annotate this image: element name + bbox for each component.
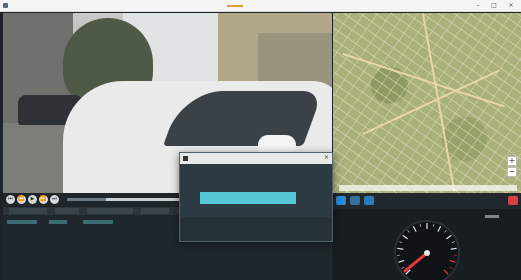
title-bar: – □ × [0, 0, 521, 12]
info-cell [55, 208, 79, 214]
map-view[interactable]: + − [333, 13, 521, 193]
tab-2[interactable] [49, 220, 67, 224]
app-icon [3, 3, 8, 8]
dialog-footer [180, 217, 332, 241]
map-attribution [339, 185, 517, 191]
info-cell [87, 208, 133, 214]
dialog-progress-fill [200, 192, 296, 204]
zoom-out-button[interactable]: − [507, 167, 517, 177]
title-marker [227, 5, 243, 7]
maximize-icon[interactable]: □ [487, 1, 501, 10]
close-icon[interactable]: × [504, 1, 518, 10]
minimize-icon[interactable]: – [471, 1, 485, 10]
play-icon[interactable]: ▶ [28, 195, 37, 204]
dialog-titlebar: × [180, 153, 332, 164]
layers-icon[interactable] [364, 196, 374, 205]
speedometer-gauge [394, 220, 460, 280]
dialog-icon [183, 156, 188, 161]
pen-icon[interactable] [350, 196, 360, 205]
map-mode-icon[interactable] [336, 196, 346, 205]
dialog-progress-bar [200, 192, 296, 204]
info-cell [141, 208, 169, 214]
skip-back-icon[interactable]: ⏮ [6, 195, 15, 204]
gauge-hub [424, 250, 430, 256]
gauge-panel [333, 209, 521, 280]
right-toolbar [333, 193, 521, 209]
rewind-icon[interactable]: ⏪ [17, 195, 26, 204]
dialog-close-icon[interactable]: × [324, 154, 329, 161]
map-road [362, 69, 500, 135]
skip-forward-icon[interactable]: ⏭ [50, 195, 59, 204]
tab-1[interactable] [7, 220, 37, 224]
info-cell [9, 208, 47, 214]
seek-bar-fill [67, 198, 106, 201]
record-icon[interactable] [508, 196, 518, 205]
fast-forward-icon[interactable]: ⏩ [39, 195, 48, 204]
tab-3[interactable] [83, 220, 113, 224]
map-road [342, 53, 505, 108]
progress-dialog: × [179, 152, 333, 242]
zoom-in-button[interactable]: + [507, 156, 517, 166]
app-window: – □ × + − ⏮ ⏪ ▶ ⏩ ⏭ × [0, 0, 521, 280]
